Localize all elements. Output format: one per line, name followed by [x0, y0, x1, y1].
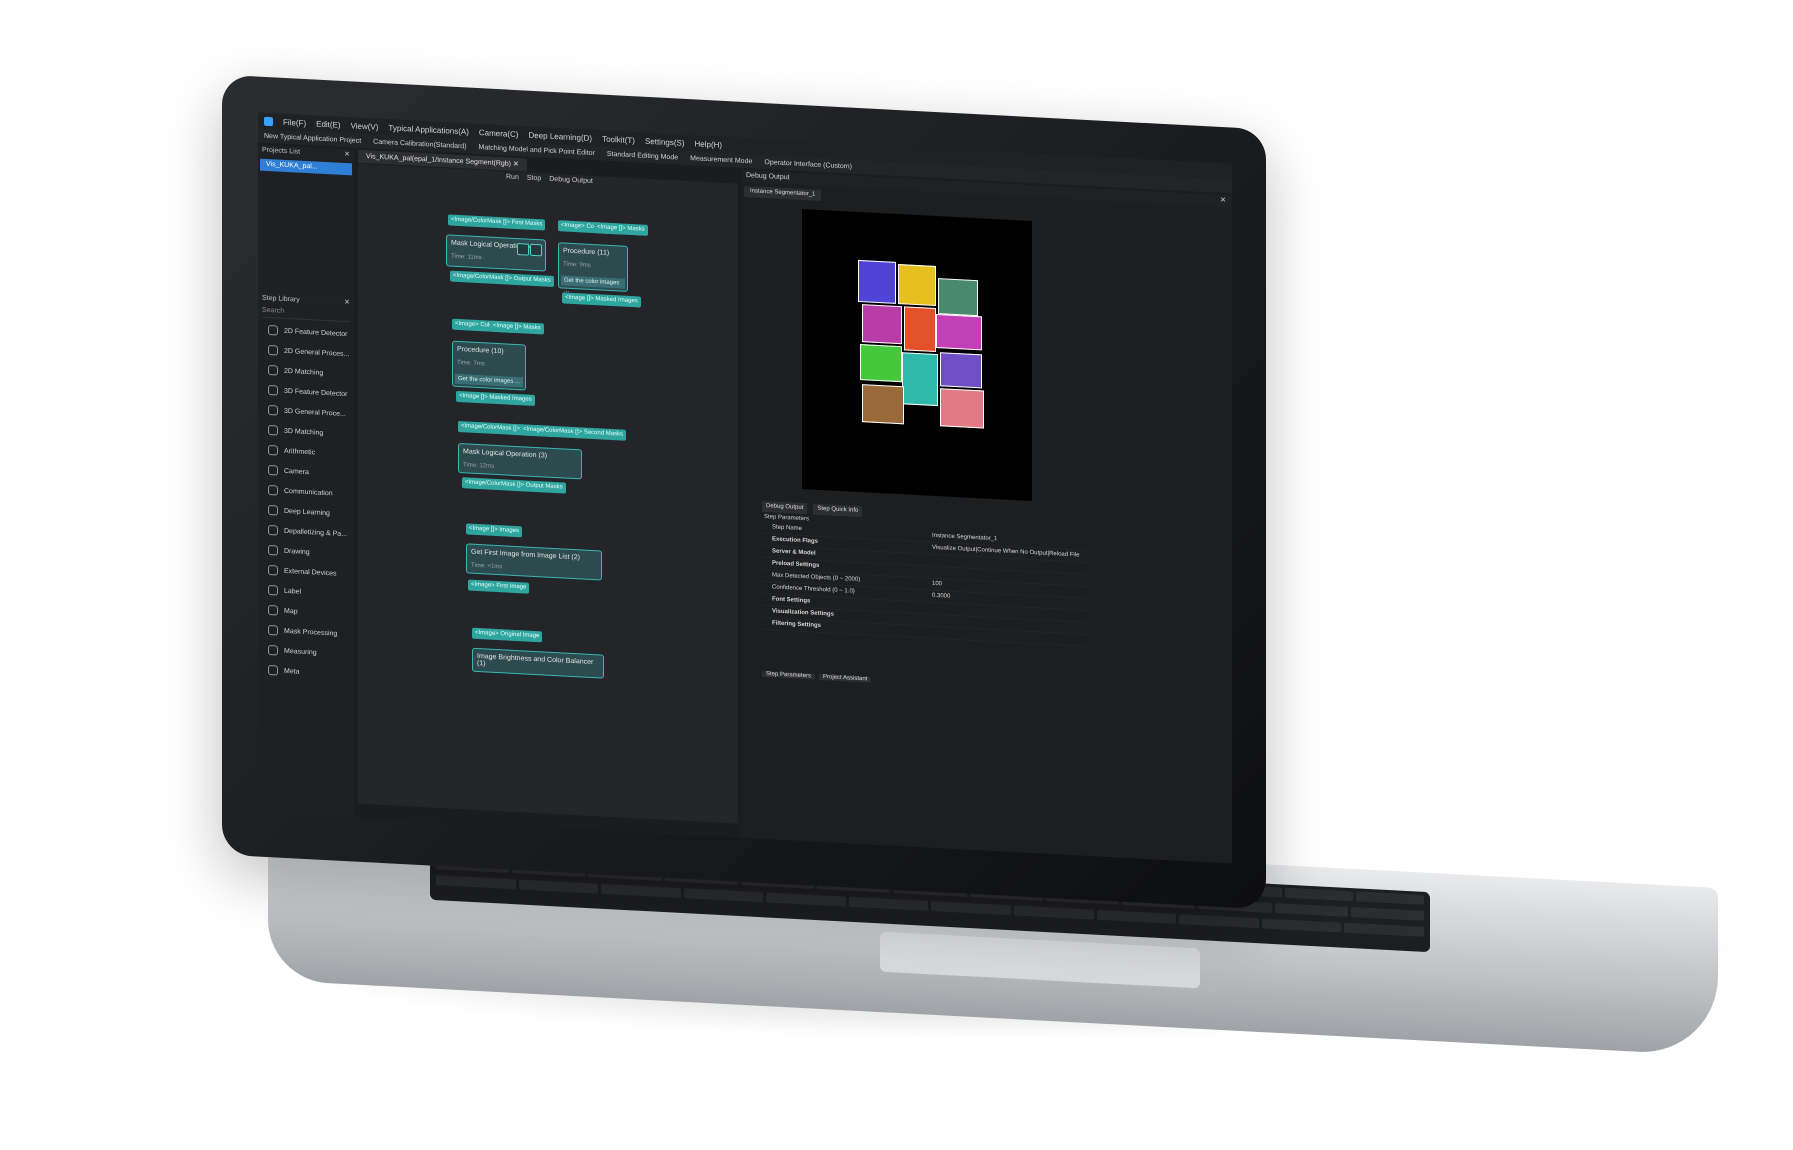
step-parameters-panel: Debug Output Step Quick Info Step Parame…: [762, 500, 1092, 699]
category-icon: [268, 585, 278, 596]
category-icon: [268, 365, 278, 376]
step-library-item[interactable]: Meta: [258, 659, 354, 684]
segment-mask: [898, 264, 936, 307]
node-title: Mask Logical Operation (3): [463, 448, 548, 460]
node-mask-logical-4[interactable]: Mask Logical Operation (4) Time: 11ms: [446, 234, 546, 272]
category-icon: [268, 465, 278, 476]
category-icon: [268, 385, 278, 396]
category-icon: [268, 505, 278, 516]
segment-mask: [904, 306, 936, 353]
pin-icon[interactable]: [530, 243, 542, 257]
app-logo-icon: [264, 116, 273, 126]
node-title: Image Brightness and Color Balancer (1): [477, 652, 594, 668]
operator-interface-button[interactable]: Operator Interface (Custom): [764, 159, 852, 171]
run-button[interactable]: Run: [506, 173, 519, 181]
standard-editing-mode-button[interactable]: Standard Editing Mode: [607, 150, 678, 161]
category-icon: [268, 325, 278, 336]
camera-calibration-button[interactable]: Camera Calibration(Standard): [373, 138, 466, 150]
menu-file[interactable]: File(F): [283, 117, 306, 127]
segment-mask: [902, 352, 938, 407]
node-description: Get the color images ...: [561, 275, 625, 294]
step-library-item-label: Arithmetic: [284, 447, 316, 456]
image-tab[interactable]: Instance Segmentator_1: [744, 185, 822, 202]
param-rows: Step Name Instance Segmentator_1 Execution…: [762, 521, 1092, 648]
close-icon[interactable]: ✕: [344, 149, 350, 161]
step-library-item-label: Measuring: [284, 647, 317, 657]
category-icon: [268, 445, 278, 456]
step-library-item-label: 2D Feature Detector: [284, 327, 348, 338]
step-library-item-label: Label: [284, 587, 302, 596]
screen: File(F) Edit(E) View(V) Typical Applicat…: [258, 112, 1232, 864]
step-library-item-label: Deep Learning: [284, 507, 330, 517]
matching-model-button[interactable]: Matching Model and Pick Point Editor: [479, 144, 595, 157]
measurement-mode-button[interactable]: Measurement Mode: [690, 155, 752, 165]
node-procedure-10[interactable]: Procedure (10) Time: 7ms Get the color i…: [452, 340, 526, 391]
node-time: Time: 7ms: [457, 359, 485, 368]
step-library-item-label: 3D Matching: [284, 427, 324, 437]
node-time: Time: <1ms: [471, 562, 503, 571]
segment-mask: [862, 384, 904, 425]
menu-camera[interactable]: Camera(C): [479, 128, 519, 139]
segment-mask: [860, 344, 902, 383]
step-library-item-label: Map: [284, 607, 298, 616]
node-time: Time: 9ms: [563, 261, 591, 269]
category-icon: [268, 525, 278, 536]
segment-mask: [862, 304, 902, 345]
close-icon[interactable]: ✕: [1220, 195, 1226, 207]
category-icon: [268, 405, 278, 416]
new-project-button[interactable]: New Typical Application Project: [264, 132, 361, 144]
param-value[interactable]: 100: [932, 579, 942, 591]
node-time: Time: 12ms: [463, 462, 495, 470]
segment-mask: [940, 388, 984, 429]
category-icon: [268, 605, 278, 616]
step-library-item-label: 2D Matching: [284, 367, 324, 377]
stop-button[interactable]: Stop: [527, 175, 541, 183]
step-library-item-label: Drawing: [284, 547, 310, 556]
segment-mask: [938, 278, 978, 317]
menu-deep-learning[interactable]: Deep Learning(D): [528, 130, 592, 142]
step-library-list: 2D Feature Detector 2D General Proces... 2…: [258, 319, 354, 684]
category-icon: [268, 565, 278, 576]
param-value[interactable]: 0.3000: [932, 591, 950, 603]
menu-help[interactable]: Help(H): [695, 139, 723, 149]
category-icon: [268, 485, 278, 496]
filter-icon[interactable]: [517, 243, 529, 256]
segment-mask: [936, 314, 982, 351]
menu-edit[interactable]: Edit(E): [316, 119, 340, 129]
menu-view[interactable]: View(V): [351, 121, 379, 131]
step-library-item-label: 3D Feature Detector: [284, 387, 348, 398]
node-title: Procedure (10): [457, 345, 504, 356]
node-title: Procedure (11): [563, 247, 610, 257]
category-icon: [268, 625, 278, 636]
node-procedure-11[interactable]: Procedure (11) Time: 9ms Get the color i…: [558, 242, 628, 294]
image-viewer[interactable]: [802, 208, 1032, 502]
segment-mask: [940, 352, 982, 389]
step-library-panel: Step Library ✕ Search 2D Feature Detector…: [258, 292, 354, 818]
step-library-item-label: Meta: [284, 667, 300, 676]
category-icon: [268, 665, 278, 676]
menu-typical-applications[interactable]: Typical Applications(A): [388, 123, 468, 136]
step-library-item-label: External Devices: [284, 567, 337, 578]
step-library-item-label: Camera: [284, 467, 309, 476]
step-library-item-label: Depalletizing & Pa...: [284, 527, 348, 538]
project-item[interactable]: Vis_KUKA_pal...: [260, 158, 352, 176]
node-mask-logical-3[interactable]: Mask Logical Operation (3) Time: 12ms: [458, 442, 582, 480]
category-icon: [268, 645, 278, 656]
category-icon: [268, 545, 278, 556]
menu-toolkit[interactable]: Toolkit(T): [602, 134, 635, 145]
node-time: Time: 11ms: [451, 253, 482, 262]
debug-output-panel: Debug Output ✕ Instance Segmentator_1 Deb…: [742, 169, 1232, 864]
menu-settings[interactable]: Settings(S): [645, 136, 685, 147]
step-library-item-label: 2D General Proces...: [284, 347, 350, 358]
step-library-item-label: Communication: [284, 487, 333, 497]
step-library-item-label: 3D General Proce...: [284, 407, 346, 418]
node-title: Get First Image from Image List (2): [471, 548, 580, 562]
category-icon: [268, 425, 278, 436]
node-description: Get the color images ...: [455, 373, 523, 388]
category-icon: [268, 345, 278, 356]
step-library-item-label: Mask Processing: [284, 627, 338, 638]
segment-mask: [858, 259, 896, 304]
close-icon[interactable]: ✕: [344, 297, 350, 309]
graph-canvas[interactable]: [358, 163, 738, 824]
